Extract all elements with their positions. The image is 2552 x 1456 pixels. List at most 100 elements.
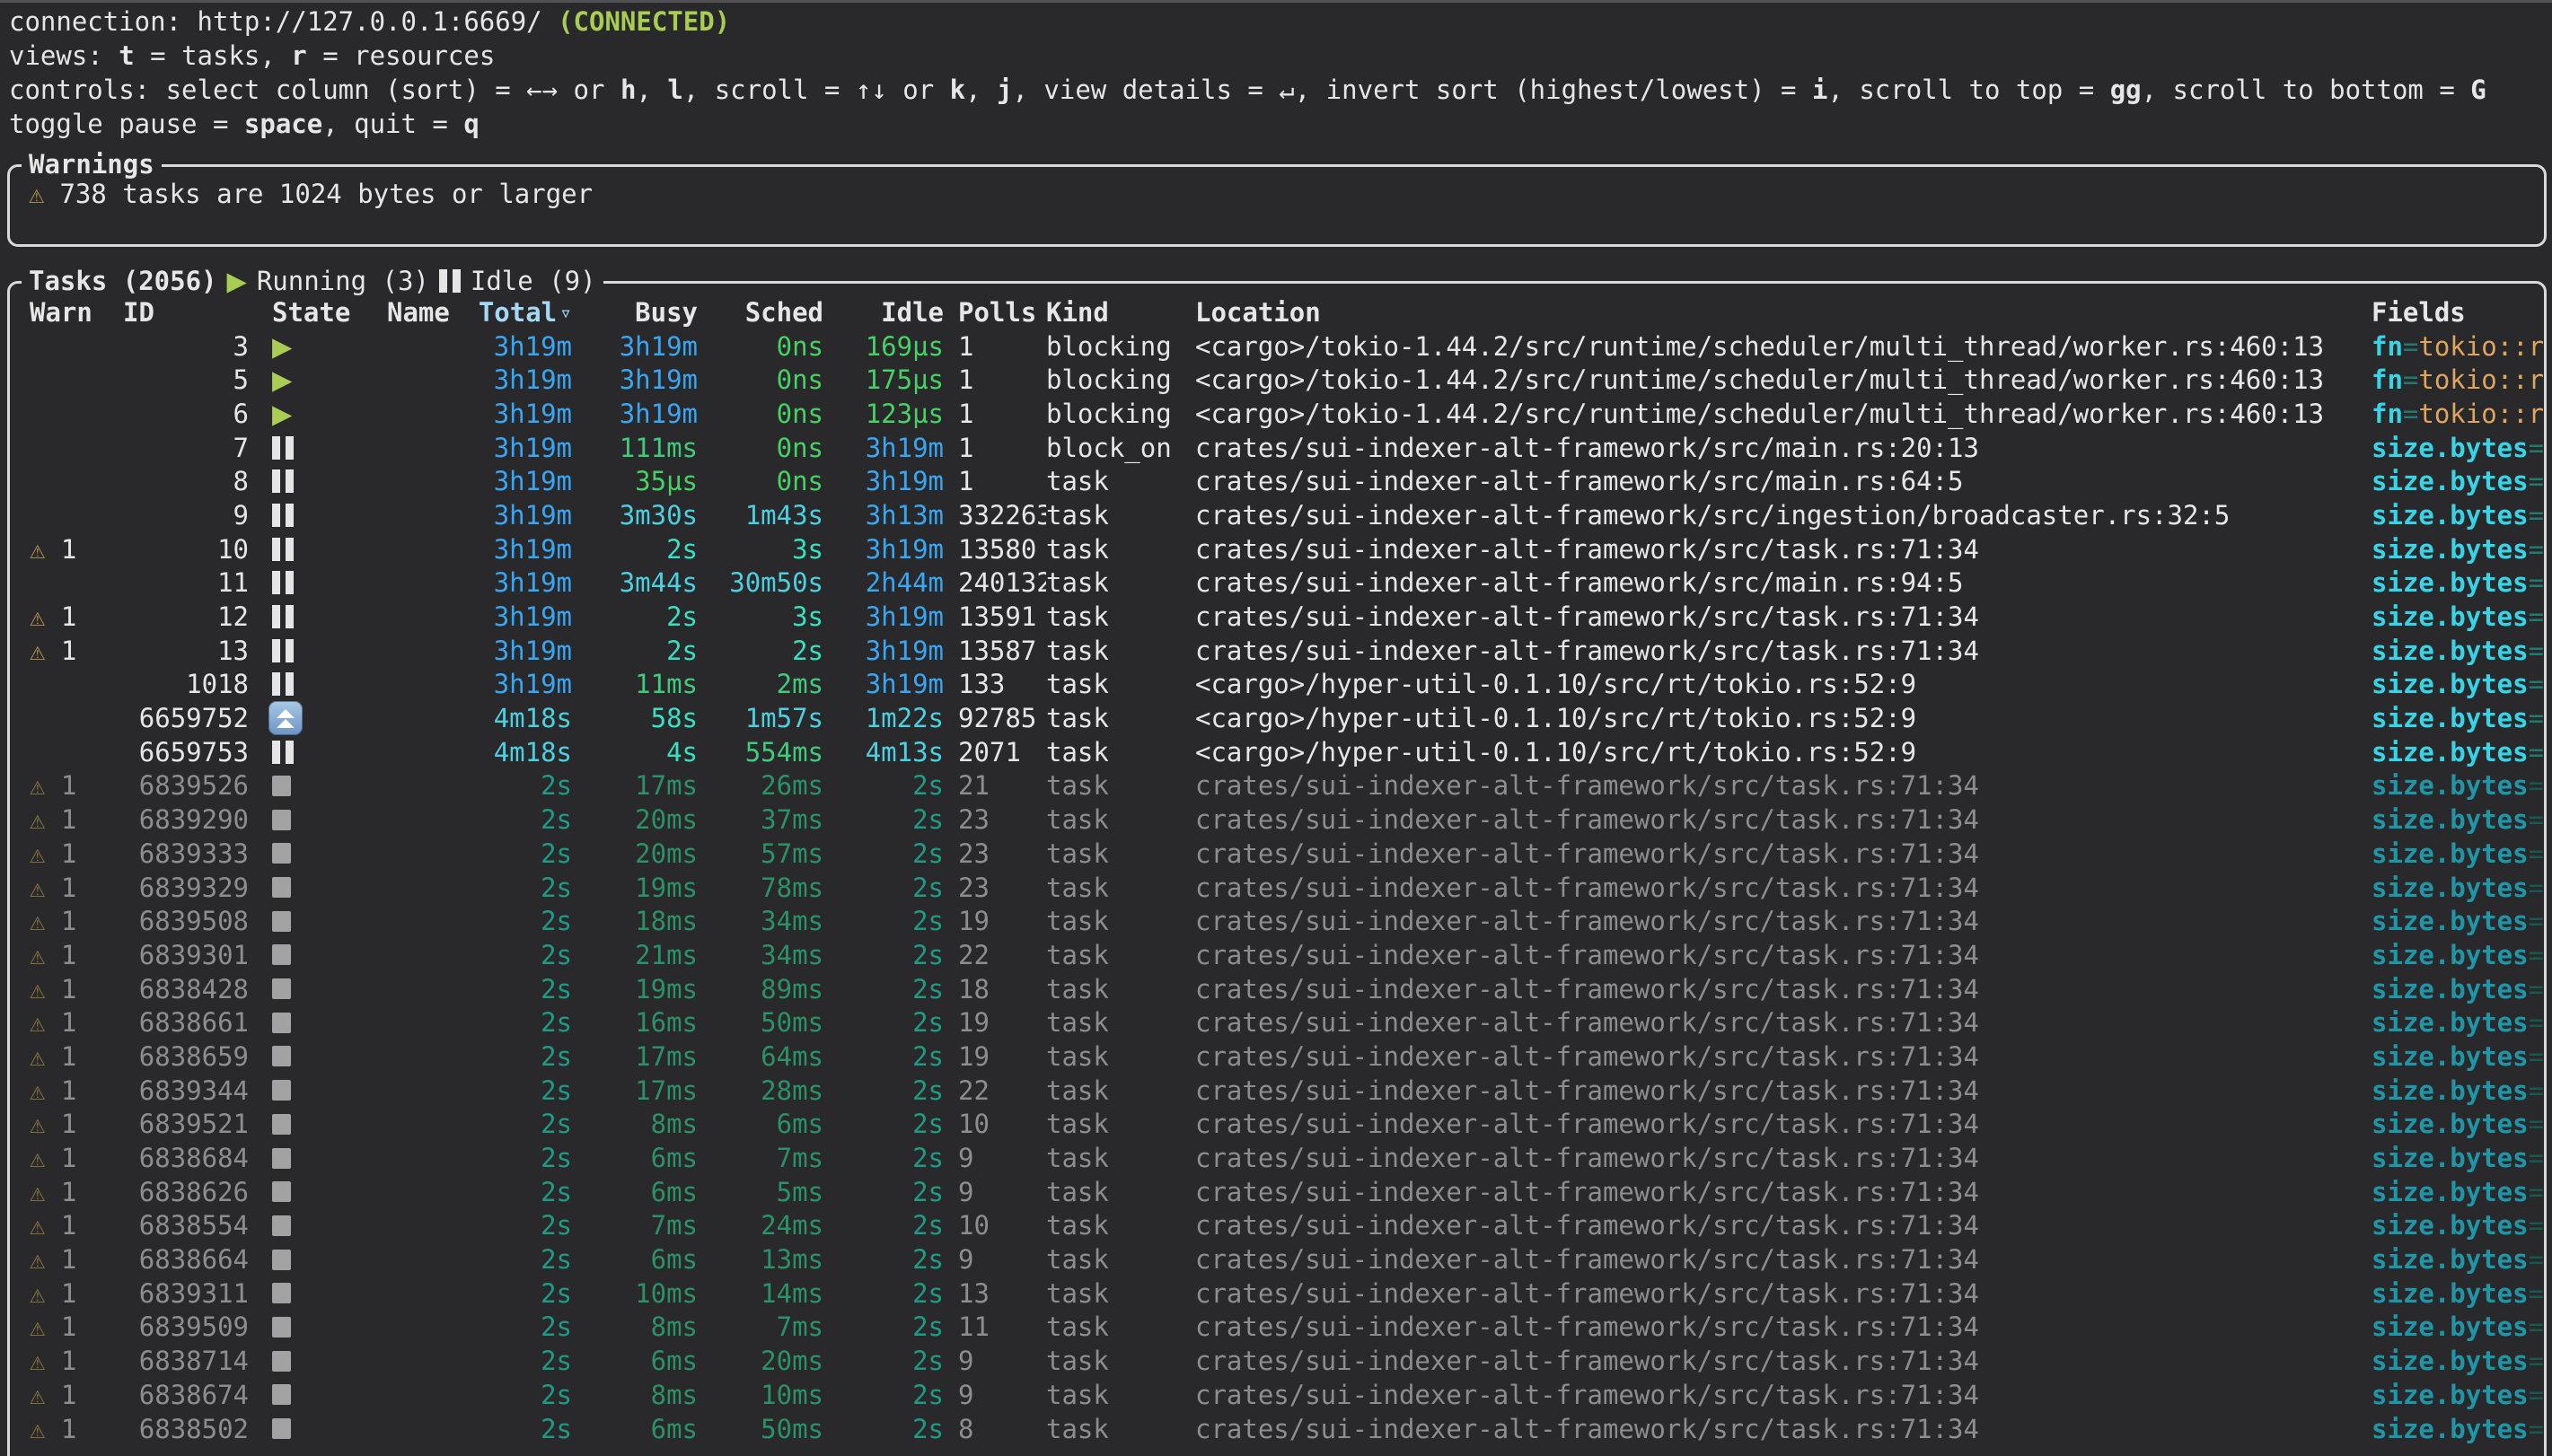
field-key: size.bytes (2372, 1380, 2529, 1410)
cell-state (249, 1384, 364, 1405)
cell-fields: size.bytes= (2372, 1041, 2544, 1072)
cell-idle: 2s (823, 1210, 944, 1241)
column-header-total[interactable]: Total▿ (464, 297, 572, 328)
duration-idle: 2s (912, 873, 944, 903)
task-row[interactable]: 5▶3h19m3h19m0ns175µs1blocking<cargo>/tok… (10, 363, 2544, 397)
cell-kind: task (1046, 906, 1195, 936)
column-header-warn[interactable]: Warn (21, 297, 107, 328)
task-row[interactable]: 10183h19m11ms2ms3h19m133task<cargo>/hype… (10, 668, 2544, 702)
cell-total: 2s (464, 1143, 572, 1173)
task-row[interactable]: ⚠ 168385542s7ms24ms2s10taskcrates/sui-in… (10, 1209, 2544, 1243)
cell-kind: task (1046, 636, 1195, 666)
text-segment: G (2470, 75, 2486, 105)
column-header-label: Name (387, 297, 450, 328)
cell-location: crates/sui-indexer-alt-framework/src/tas… (1195, 873, 2372, 903)
task-row[interactable]: ⚠ 168393442s17ms28ms2s22taskcrates/sui-i… (10, 1074, 2544, 1108)
column-header-id[interactable]: ID (107, 297, 249, 328)
cell-state (249, 469, 364, 493)
column-header-loc[interactable]: Location (1195, 297, 2372, 328)
task-row[interactable]: ⚠ 168386742s8ms10ms2s9taskcrates/sui-ind… (10, 1378, 2544, 1412)
task-row[interactable]: ⚠ 168395262s17ms26ms2s21taskcrates/sui-i… (10, 769, 2544, 803)
cell-total: 2s (464, 770, 572, 801)
cell-sched: 78ms (698, 873, 823, 903)
cell-sched: 20ms (698, 1346, 823, 1376)
duration-total: 2s (541, 1311, 572, 1342)
task-row[interactable]: ⚠ 168393012s21ms34ms2s22taskcrates/sui-i… (10, 938, 2544, 972)
text-segment: , (636, 75, 667, 105)
task-row[interactable]: 66597534m18s4s554ms4m13s2071task<cargo>/… (10, 735, 2544, 769)
task-row[interactable]: ⚠ 168386612s16ms50ms2s19taskcrates/sui-i… (10, 1005, 2544, 1039)
column-header-sched[interactable]: Sched (698, 297, 823, 328)
cell-idle: 2s (823, 1380, 944, 1410)
column-header-polls[interactable]: Polls (944, 297, 1046, 328)
task-row[interactable]: ⚠ 168393292s19ms78ms2s23taskcrates/sui-i… (10, 871, 2544, 905)
duration-idle: 2s (912, 1041, 944, 1072)
task-row[interactable]: ⚠ 168386642s6ms13ms2s9taskcrates/sui-ind… (10, 1242, 2544, 1276)
task-row[interactable]: ⚠ 168384282s19ms89ms2s18taskcrates/sui-i… (10, 972, 2544, 1006)
cell-total: 3h19m (464, 669, 572, 699)
column-header-kind[interactable]: Kind (1046, 297, 1195, 328)
cell-busy: 16ms (572, 1007, 698, 1038)
duration-total: 2s (541, 1109, 572, 1139)
task-row[interactable]: ⚠ 1123h19m2s3s3h19m13591taskcrates/sui-i… (10, 600, 2544, 634)
cell-warn: ⚠ 1 (21, 601, 107, 632)
task-row[interactable]: ⚠ 1133h19m2s2s3h19m13587taskcrates/sui-i… (10, 634, 2544, 668)
cell-kind: task (1046, 1380, 1195, 1410)
duration-idle: 2s (912, 1007, 944, 1038)
task-row[interactable]: 6▶3h19m3h19m0ns123µs1blocking<cargo>/tok… (10, 397, 2544, 431)
field-equals: = (2403, 331, 2418, 362)
field-equals: = (2529, 1075, 2544, 1106)
cell-state (249, 436, 364, 460)
field-equals: = (2529, 1109, 2544, 1139)
field-key: size.bytes (2372, 703, 2529, 733)
task-row[interactable]: ⚠ 1103h19m2s3s3h19m13580taskcrates/sui-i… (10, 532, 2544, 566)
task-row[interactable]: 93h19m3m30s1m43s3h13m3322633taskcrates/s… (10, 498, 2544, 532)
completed-icon (272, 944, 291, 965)
column-header-name[interactable]: Name (364, 297, 464, 328)
task-row[interactable]: 66597524m18s58s1m57s1m22s92785task<cargo… (10, 701, 2544, 735)
task-row[interactable]: ⚠ 168386262s6ms5ms2s9taskcrates/sui-inde… (10, 1175, 2544, 1209)
table-header-row: WarnIDState Name Total▿BusySchedIdlePollsK… (10, 295, 2544, 329)
task-row[interactable]: 113h19m3m44s30m50s2h44m2401320taskcrates… (10, 566, 2544, 601)
text-segment: t (119, 40, 134, 71)
duration-sched: 2s (792, 636, 823, 666)
task-row[interactable]: ⚠ 168395212s8ms6ms2s10taskcrates/sui-ind… (10, 1108, 2544, 1142)
text-segment: q (463, 109, 479, 139)
task-row[interactable]: ⚠ 168395082s18ms34ms2s19taskcrates/sui-i… (10, 904, 2544, 938)
column-header-fields[interactable]: Fields (2372, 297, 2544, 328)
task-row[interactable]: ⚠ 168385022s6ms50ms2s8taskcrates/sui-ind… (10, 1412, 2544, 1446)
task-row[interactable]: 73h19m111ms0ns3h19m1block_oncrates/sui-i… (10, 431, 2544, 465)
duration-sched: 24ms (761, 1210, 823, 1241)
cell-state (249, 978, 364, 999)
cell-busy: 6ms (572, 1414, 698, 1444)
cell-idle: 175µs (823, 364, 944, 395)
cell-kind: task (1046, 500, 1195, 531)
task-row[interactable]: ⚠ 168386592s17ms64ms2s19taskcrates/sui-i… (10, 1039, 2544, 1074)
cell-idle: 2s (823, 1041, 944, 1072)
task-row[interactable]: 83h19m35µs0ns3h19m1taskcrates/sui-indexe… (10, 464, 2544, 498)
cell-id: 6838674 (107, 1380, 249, 1410)
duration-idle: 169µs (866, 331, 944, 362)
task-row[interactable]: ⚠ 168393332s20ms57ms2s23taskcrates/sui-i… (10, 837, 2544, 871)
warning-icon: ⚠ (30, 534, 45, 565)
cell-sched: 34ms (698, 940, 823, 970)
text-segment: r (291, 40, 306, 71)
task-row[interactable]: ⚠ 168395092s8ms7ms2s11taskcrates/sui-ind… (10, 1311, 2544, 1345)
task-row[interactable]: ⚠ 168386842s6ms7ms2s9taskcrates/sui-inde… (10, 1141, 2544, 1175)
completed-icon (272, 1283, 291, 1303)
duration-busy: 3h19m (620, 399, 698, 429)
column-header-busy[interactable]: Busy (572, 297, 698, 328)
cell-location: crates/sui-indexer-alt-framework/src/mai… (1195, 466, 2372, 496)
field-key: size.bytes (2372, 737, 2529, 767)
task-row[interactable]: 3▶3h19m3h19m0ns169µs1blocking<cargo>/tok… (10, 329, 2544, 364)
task-row[interactable]: ⚠ 168393112s10ms14ms2s13taskcrates/sui-i… (10, 1276, 2544, 1311)
duration-busy: 6ms (651, 1177, 698, 1207)
column-header-idle[interactable]: Idle (823, 297, 944, 328)
task-row[interactable]: ⚠ 168387142s6ms20ms2s9taskcrates/sui-ind… (10, 1344, 2544, 1378)
warn-count: 1 (45, 1109, 76, 1139)
task-row[interactable]: ⚠ 168392902s20ms37ms2s23taskcrates/sui-i… (10, 803, 2544, 837)
cell-kind: blocking (1046, 364, 1195, 395)
cell-idle: 2s (823, 1109, 944, 1139)
cell-kind: task (1046, 804, 1195, 835)
column-header-state[interactable]: State (249, 297, 364, 328)
